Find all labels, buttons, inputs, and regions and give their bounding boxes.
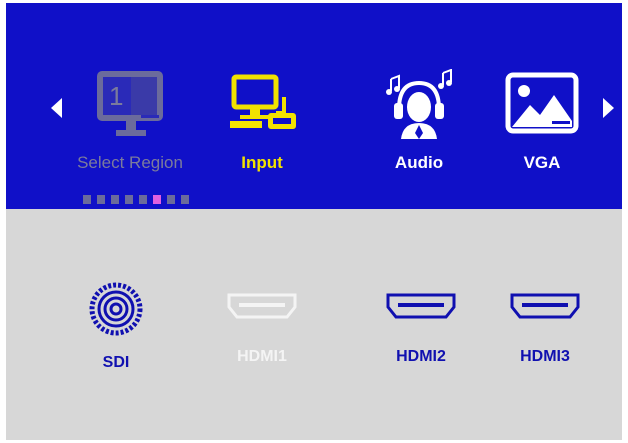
page-dot-active <box>153 195 161 204</box>
select-region-icon: 1 <box>97 71 163 136</box>
page-dot <box>181 195 189 204</box>
audio-icon <box>386 69 452 139</box>
page-dot <box>97 195 105 204</box>
page-dot <box>139 195 147 204</box>
source-hdmi2[interactable]: HDMI2 <box>361 291 481 366</box>
source-label: HDMI2 <box>396 348 446 365</box>
menu-item-input[interactable]: Input <box>197 69 327 173</box>
scroll-right-arrow-icon[interactable] <box>603 98 614 118</box>
menu-bar: 1 Select Region Input Audio VGA <box>6 3 622 209</box>
menu-item-vga[interactable]: VGA <box>477 69 607 173</box>
menu-item-label: Input <box>241 153 283 172</box>
menu-item-label: Audio <box>394 153 444 172</box>
menu-item-audio[interactable]: Audio <box>354 69 484 173</box>
page-indicator <box>83 195 189 204</box>
page-dot <box>111 195 119 204</box>
menu-item-select-region[interactable]: 1 Select Region <box>65 69 195 173</box>
page-dot <box>83 195 91 204</box>
menu-item-label: Select Region <box>77 153 183 172</box>
hdmi-port-icon <box>386 293 456 319</box>
source-label: SDI <box>102 354 130 371</box>
page-dot <box>125 195 133 204</box>
hdmi-port-icon <box>227 293 297 319</box>
input-icon <box>230 74 296 129</box>
source-hdmi3[interactable]: HDMI3 <box>485 291 605 366</box>
vga-icon <box>505 72 579 134</box>
page-dot <box>167 195 175 204</box>
source-label: HDMI1 <box>237 348 287 365</box>
scroll-left-arrow-icon[interactable] <box>51 98 62 118</box>
source-label: HDMI3 <box>520 348 570 365</box>
menu-item-label: VGA <box>523 153 561 172</box>
source-sdi[interactable]: SDI <box>56 281 176 372</box>
hdmi-port-icon <box>510 293 580 319</box>
region-number: 1 <box>109 81 123 111</box>
osd-screen: 1 Select Region Input Audio VGA SDI HDMI… <box>6 3 622 440</box>
source-hdmi1[interactable]: HDMI1 <box>202 291 322 366</box>
sdi-connector-icon <box>89 282 143 336</box>
